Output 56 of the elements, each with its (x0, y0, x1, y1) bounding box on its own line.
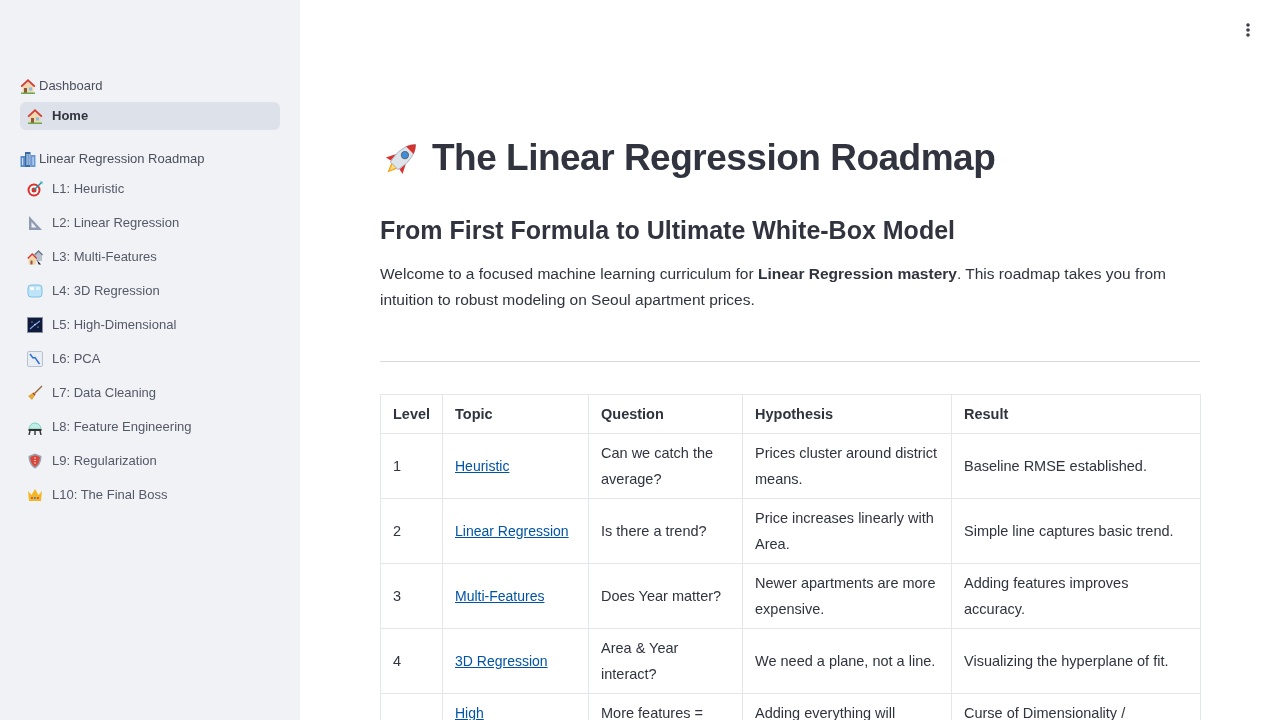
table-cell: Does Year matter? (588, 563, 743, 629)
nav-section-header: Linear Regression Roadmap (39, 150, 205, 169)
nav-link[interactable]: L9: Regularization (20, 447, 280, 475)
column-header: Level (380, 394, 443, 434)
nav-link[interactable]: L4: 3D Regression (20, 277, 280, 305)
dome-icon (27, 419, 43, 435)
table-cell: Area & Year interact? (588, 628, 743, 694)
column-header: Hypothesis (742, 394, 952, 434)
table-cell: Can we catch the average? (588, 433, 743, 499)
table-cell: 2 (380, 498, 443, 564)
target-icon (27, 181, 43, 197)
column-header: Question (588, 394, 743, 434)
topic-link[interactable]: High (455, 705, 484, 720)
ice-cube-icon (27, 283, 43, 299)
night-sky-icon (27, 317, 43, 333)
nav-link[interactable]: L8: Feature Engineering (20, 413, 280, 441)
table-cell: Prices cluster around district means. (742, 433, 952, 499)
nav-section-header: Dashboard (39, 77, 103, 96)
chart-decreasing-icon (27, 351, 43, 367)
table-cell: Newer apartments are more expensive. (742, 563, 952, 629)
nav-link[interactable]: L5: High-Dimensional (20, 311, 280, 339)
shield-icon (27, 453, 43, 469)
column-header: Topic (442, 394, 589, 434)
triangle-ruler-icon (27, 215, 43, 231)
topic-link[interactable]: Multi-Features (455, 588, 545, 604)
table-cell: Visualizing the hyperplane of fit. (951, 628, 1201, 694)
house-icon (20, 78, 36, 94)
table-cell: 1 (380, 433, 443, 499)
intro-paragraph: Welcome to a focused machine learning curriculum for Linear Regression mastery. This roadmap takes you from intuition to robust modeling on Seoul apartment prices. (380, 264, 1167, 310)
house-icon (27, 108, 43, 124)
column-header: Result (951, 394, 1201, 434)
table-cell: Adding features improves accuracy. (951, 563, 1201, 629)
page-subtitle: From First Formula to Ultimate White-Box Model (380, 215, 956, 246)
nav-link[interactable]: L3: Multi-Features (20, 243, 280, 271)
topic-link[interactable]: 3D Regression (455, 653, 548, 669)
table-cell: Is there a trend? (588, 498, 743, 564)
topic-link[interactable]: Heuristic (455, 458, 510, 474)
table-cell: Simple line captures basic trend. (951, 498, 1201, 564)
nav-link[interactable]: L2: Linear Regression (20, 209, 280, 237)
table-cell: 3 (380, 563, 443, 629)
table-cell: We need a plane, not a line. (742, 628, 952, 694)
page-title: The Linear Regression Roadmap (432, 136, 996, 180)
nav-link[interactable]: L10: The Final Boss (20, 481, 280, 509)
nav-link[interactable]: L6: PCA (20, 345, 280, 373)
topic-link[interactable]: Linear Regression (455, 523, 569, 539)
nav-link[interactable]: L7: Data Cleaning (20, 379, 280, 407)
table-cell: 4 (380, 628, 443, 694)
table-cell: Price increases linearly with Area. (742, 498, 952, 564)
table-cell: Baseline RMSE established. (951, 433, 1201, 499)
nav-link[interactable]: L1: Heuristic (20, 175, 280, 203)
menu-icon (1246, 23, 1250, 37)
nav-link[interactable]: Home (20, 102, 280, 130)
houses-icon (27, 249, 43, 265)
crown-icon (27, 487, 43, 503)
buildings-icon (20, 151, 36, 167)
broom-icon (27, 385, 43, 401)
